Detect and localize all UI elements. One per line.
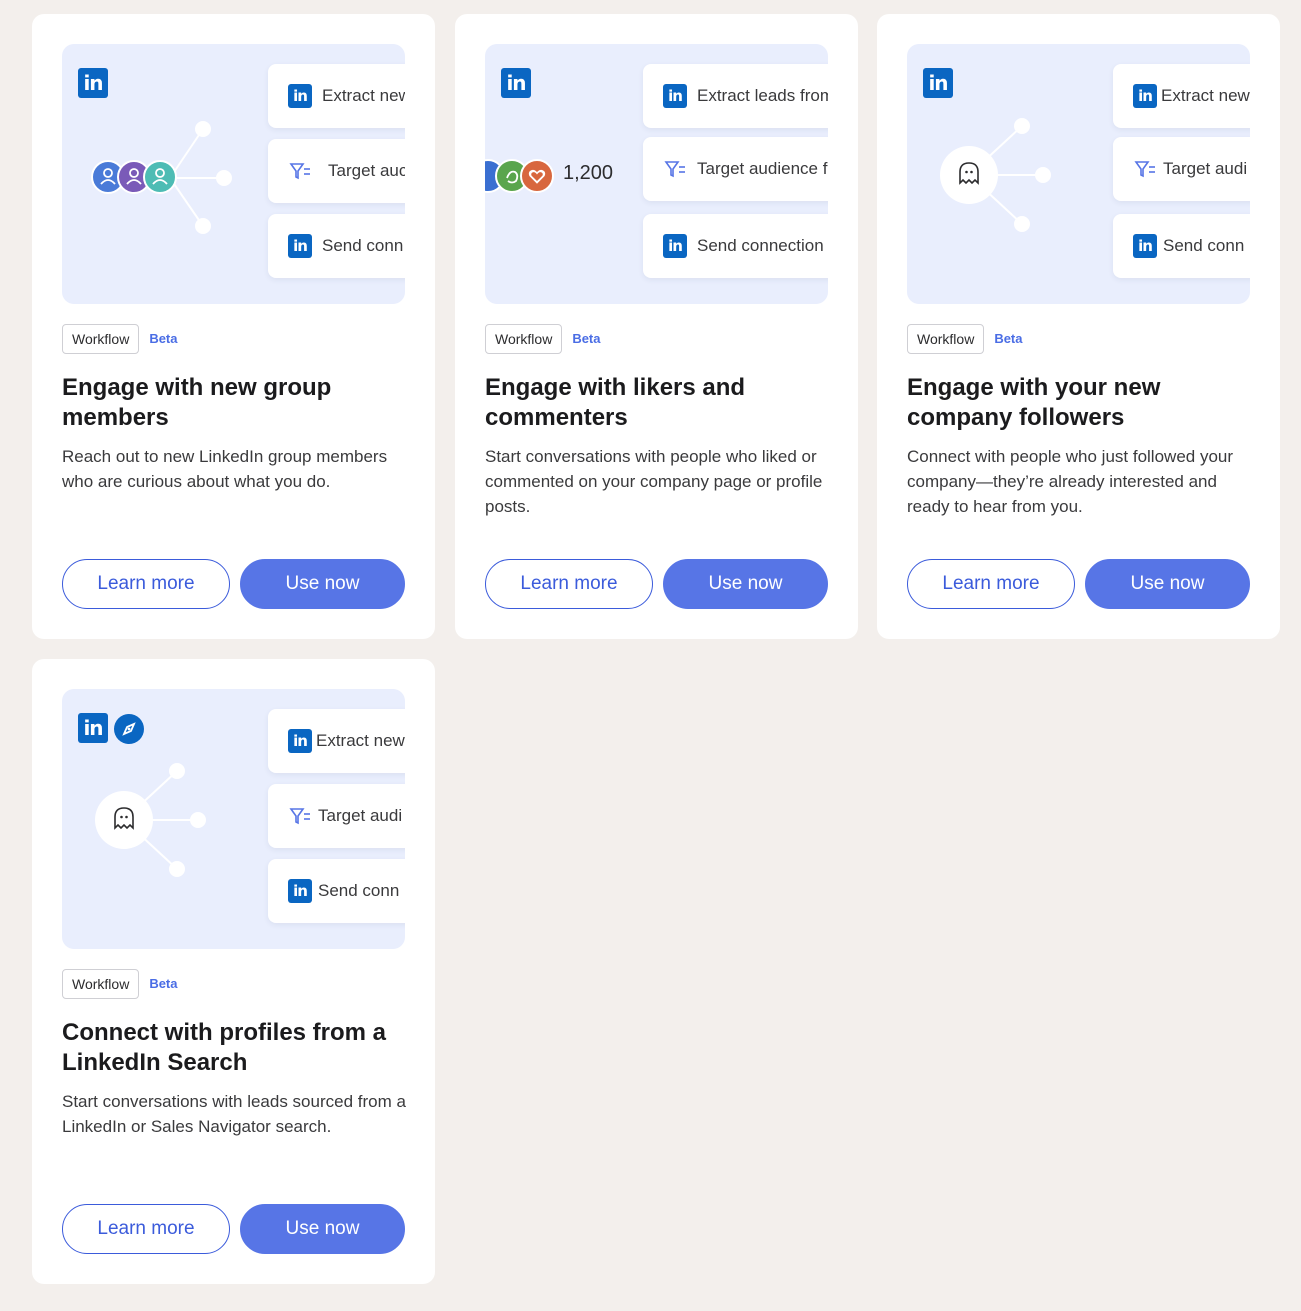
reaction-count: 1,200 xyxy=(563,162,614,184)
workflow-card: in in Extract new Target audi in Send co… xyxy=(877,14,1280,639)
workflow-step: Target audi xyxy=(268,784,405,848)
beta-badge: Beta xyxy=(149,976,178,991)
workflow-step: in Extract leads from xyxy=(643,64,828,128)
workflow-step: in Extract new xyxy=(1113,64,1250,128)
workflow-step-label: Extract new xyxy=(322,86,405,105)
workflow-step: Target audience f xyxy=(643,137,828,201)
learn-more-button[interactable]: Learn more xyxy=(485,559,653,609)
workflow-step: in Extract new xyxy=(268,709,405,773)
learn-more-button[interactable]: Learn more xyxy=(62,559,230,609)
linkedin-icon: in xyxy=(663,234,687,258)
workflow-tag: Workflow xyxy=(485,324,563,354)
linkedin-icon: in xyxy=(1133,84,1157,108)
card-description: Start conversations with people who like… xyxy=(485,447,823,516)
linkedin-icon: in xyxy=(288,729,312,753)
linkedin-icon: in xyxy=(288,879,312,903)
workflow-step: in Send conn xyxy=(268,214,405,278)
workflow-step-label: Extract new xyxy=(1161,86,1250,105)
workflow-illustration: in in Extract new Target auc in Send con… xyxy=(62,44,405,304)
card-description: Start conversations with leads sourced f… xyxy=(62,1092,406,1136)
use-now-button[interactable]: Use now xyxy=(240,1204,405,1254)
use-now-button[interactable]: Use now xyxy=(1085,559,1250,609)
workflow-step-label: Extract leads from xyxy=(697,86,828,105)
beta-badge: Beta xyxy=(149,331,178,346)
card-title: Engage with likers and commenters xyxy=(485,374,746,431)
linkedin-icon: in xyxy=(663,84,687,108)
learn-more-button[interactable]: Learn more xyxy=(907,559,1075,609)
workflow-card: in 1,200 in Extract leads from Target au… xyxy=(455,14,858,639)
heart-reaction-icon xyxy=(520,159,554,193)
workflow-step: in Send connection xyxy=(643,214,828,278)
workflow-step: in Send conn xyxy=(268,859,405,923)
beta-badge: Beta xyxy=(994,331,1023,346)
workflow-step-label: Send connection xyxy=(697,236,824,255)
workflow-illustration: in 1,200 in Extract leads from Target au… xyxy=(485,44,828,304)
workflow-tag: Workflow xyxy=(62,324,140,354)
workflow-step-label: Target audience f xyxy=(697,159,828,178)
workflow-step: in Extract new xyxy=(268,64,405,128)
filter-icon xyxy=(289,163,310,180)
card-title: Engage with your new company followers xyxy=(907,374,1161,431)
linkedin-icon: in xyxy=(288,234,312,258)
beta-badge: Beta xyxy=(572,331,601,346)
workflow-step: in Send conn xyxy=(1113,214,1250,278)
linkedin-icon: in xyxy=(501,68,531,98)
use-now-button[interactable]: Use now xyxy=(663,559,828,609)
card-description: Connect with people who just followed yo… xyxy=(907,447,1234,516)
filter-icon xyxy=(1134,161,1155,178)
workflow-step-label: Extract new xyxy=(316,731,405,750)
workflow-step-label: Send conn xyxy=(1163,236,1245,255)
workflow-step-label: Target audi xyxy=(318,806,403,825)
linkedin-icon: in xyxy=(1133,234,1157,258)
card-description: Reach out to new LinkedIn group members … xyxy=(62,447,388,491)
workflow-step-label: Send conn xyxy=(318,881,400,900)
workflow-step-label: Target auc xyxy=(328,161,405,180)
workflow-illustration: in in Extract new Target audi in Send co… xyxy=(907,44,1250,304)
workflow-tag: Workflow xyxy=(907,324,985,354)
filter-icon xyxy=(664,161,685,178)
workflow-tag: Workflow xyxy=(62,969,140,999)
workflow-card: in in Extract new Target audi in Send co… xyxy=(32,659,435,1284)
card-title: Engage with new group members xyxy=(62,374,332,431)
card-title: Connect with profiles from a LinkedIn Se… xyxy=(62,1019,387,1076)
workflow-card: in in Extract new Target auc in Send con… xyxy=(32,14,435,639)
filter-icon xyxy=(289,808,310,825)
member-avatar-icon xyxy=(143,160,177,194)
workflow-step: Target auc xyxy=(268,139,405,203)
workflow-step-label: Target audi xyxy=(1163,159,1248,178)
workflow-step: Target audi xyxy=(1113,137,1250,201)
workflow-illustration: in in Extract new Target audi in Send co… xyxy=(62,689,405,949)
workflow-step-label: Send conn xyxy=(322,236,404,255)
linkedin-icon: in xyxy=(288,84,312,108)
ghost-avatar-icon xyxy=(95,791,153,849)
use-now-button[interactable]: Use now xyxy=(240,559,405,609)
learn-more-button[interactable]: Learn more xyxy=(62,1204,230,1254)
ghost-avatar-icon xyxy=(940,146,998,204)
